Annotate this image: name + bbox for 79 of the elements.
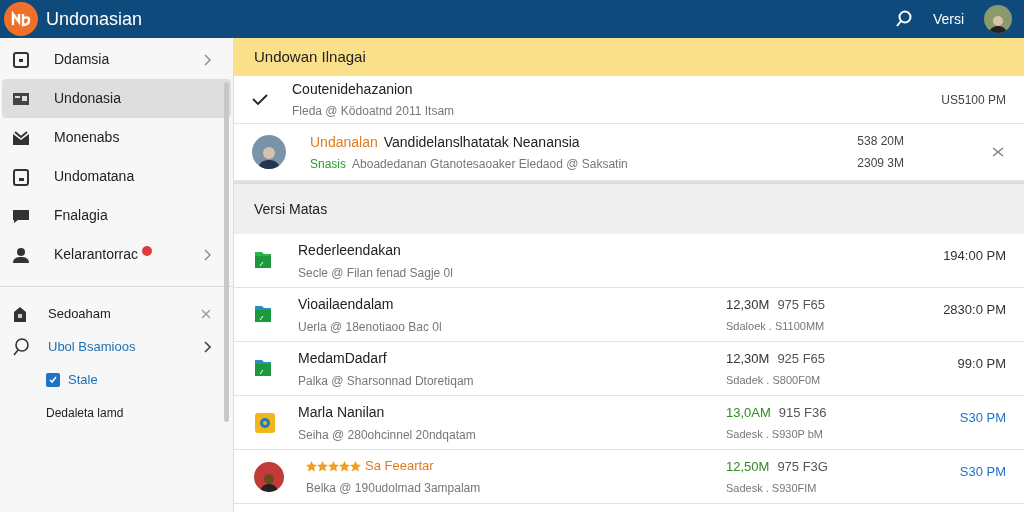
app-title: Undonasian — [46, 7, 143, 31]
code-value: 925 F65 — [777, 350, 826, 368]
list-row[interactable]: Vioailaendalam Uerla @ 18enotiaoo Bac 0l 12,30M 975 F65 Sdaloek . S1100MM 2830:0 PM — [234, 288, 1024, 342]
notification-row[interactable]: Coutenidehazanion Fleda @ Ködoatnd 2011 Itsam US5100 PM — [234, 76, 1024, 124]
row-subtitle: Belka @ 190udolmad 3ampalam — [306, 479, 482, 497]
tag-label: Undanalan — [310, 132, 378, 152]
time-label: 194:00 PM — [942, 247, 1006, 265]
list-row[interactable]: Sa Feeartar Belka @ 190udolmad 3ampalam 12,50M 975 F3G Sadesk . S930FIM S30 PM — [234, 450, 1024, 504]
time-label: S30 PM — [958, 463, 1006, 481]
notification-title: Vandidelanslhatatak Neanansia — [383, 132, 580, 152]
row-title: Sa Feeartar — [365, 457, 434, 476]
mail-icon — [12, 128, 30, 147]
list-row[interactable]: Rederleendakan Secle @ Filan fenad Sagje 0l 194:00 PM — [234, 234, 1024, 288]
time-label: 99:0 PM — [956, 355, 1006, 373]
list-row[interactable]: MedamDadarf Palka @ Sharsonnad Dtoretiqam 12,30M 925 F65 Sdadek . S800F0M 99:0 PM — [234, 342, 1024, 396]
checkbox-item[interactable]: Stale — [0, 363, 233, 396]
search-icon[interactable] — [894, 10, 913, 28]
star-icon — [317, 460, 328, 472]
sidebar-note: Dedaleta lamd — [45, 404, 125, 422]
person-icon — [12, 245, 30, 264]
list-row[interactable]: Marla Nanilan Seiha @ 280ohcinnel 20ndqatam 13,0AM 915 F36 Sadesk . S930P bM S30 PM — [234, 396, 1024, 450]
time-label: US5100 PM — [941, 91, 1006, 109]
detail-value: Sdadek . S800F0M — [726, 372, 822, 388]
star-icon — [328, 460, 339, 472]
sidebar-item[interactable]: Undomatana — [2, 157, 231, 196]
row-title: Vioailaendalam — [298, 294, 395, 314]
square-icon — [12, 50, 30, 69]
notification-subtitle: Aboadedanan Gtanotesaoaker Eledaod @ Saksatin — [352, 155, 628, 173]
row-title: Rederleendakan — [298, 240, 402, 260]
time-label: S30 PM — [958, 409, 1006, 427]
sidebar-item[interactable]: Ubol Bsamioos — [0, 330, 233, 363]
close-icon[interactable] — [201, 308, 211, 319]
time-label: 2309 3M — [857, 155, 904, 172]
star-icon — [350, 460, 361, 472]
row-subtitle: Secle @ Filan fenad Sagje 0l — [298, 264, 454, 282]
avatar — [252, 135, 286, 169]
notification-subtitle: Fleda @ Ködoatnd 2011 Itsam — [292, 103, 455, 120]
checkmark-icon — [252, 93, 268, 106]
row-title: Marla Nanilan — [298, 402, 386, 422]
time-label: 538 20M — [857, 133, 904, 150]
star-icon — [306, 460, 317, 472]
detail-value: Sadesk . S930FIM — [726, 480, 818, 496]
size-value: 12,30M — [726, 296, 770, 314]
row-subtitle: Seiha @ 280ohcinnel 20ndqatam — [298, 426, 477, 444]
sidebar-item[interactable]: Ddamsia — [2, 40, 231, 79]
logo-icon — [4, 2, 38, 36]
section-header: Versi Matas — [234, 182, 1024, 234]
row-title: MedamDadarf — [298, 348, 388, 368]
detail-value: Sdaloek . S1100MM — [726, 318, 826, 334]
sidebar-item[interactable]: Sedoaham — [0, 297, 233, 330]
app-icon — [254, 411, 276, 434]
close-icon[interactable] — [992, 147, 1004, 157]
version-link[interactable]: Versi — [932, 8, 964, 30]
star-icon — [339, 460, 350, 472]
avatar — [254, 461, 284, 492]
row-subtitle: Palka @ Sharsonnad Dtoretiqam — [298, 372, 475, 390]
sidebar-item[interactable]: Undonasia — [2, 79, 231, 118]
search-icon — [12, 337, 30, 356]
banner: Undowan Ilnagai — [234, 38, 1024, 76]
row-subtitle: Uerla @ 18enotiaoo Bac 0l — [298, 318, 443, 336]
bag-icon — [12, 304, 28, 323]
sidebar-item[interactable]: Fnalagia — [2, 196, 231, 235]
detail-value: Sadesk . S930P bM — [726, 426, 825, 442]
checkbox[interactable] — [46, 372, 60, 387]
time-label: 2830:0 PM — [942, 301, 1006, 319]
code-value: 975 F65 — [777, 296, 826, 314]
notification-title: Coutenidehazanion — [292, 80, 414, 99]
sidebar-item[interactable]: Monenabs — [2, 118, 231, 157]
size-value: 12,30M — [726, 350, 770, 368]
scrollbar[interactable] — [224, 82, 229, 422]
sidebar-item[interactable]: Kelarantorrac — [2, 235, 231, 274]
status-label: Snasis — [310, 155, 347, 173]
size-value: 13,0AM — [726, 404, 771, 422]
code-value: 975 F3G — [777, 458, 828, 476]
code-value: 915 F36 — [778, 404, 827, 422]
avatar[interactable] — [984, 5, 1012, 33]
clipboard-icon — [12, 167, 30, 186]
size-value: 12,50M — [726, 458, 770, 476]
chevron-icon — [203, 340, 211, 353]
